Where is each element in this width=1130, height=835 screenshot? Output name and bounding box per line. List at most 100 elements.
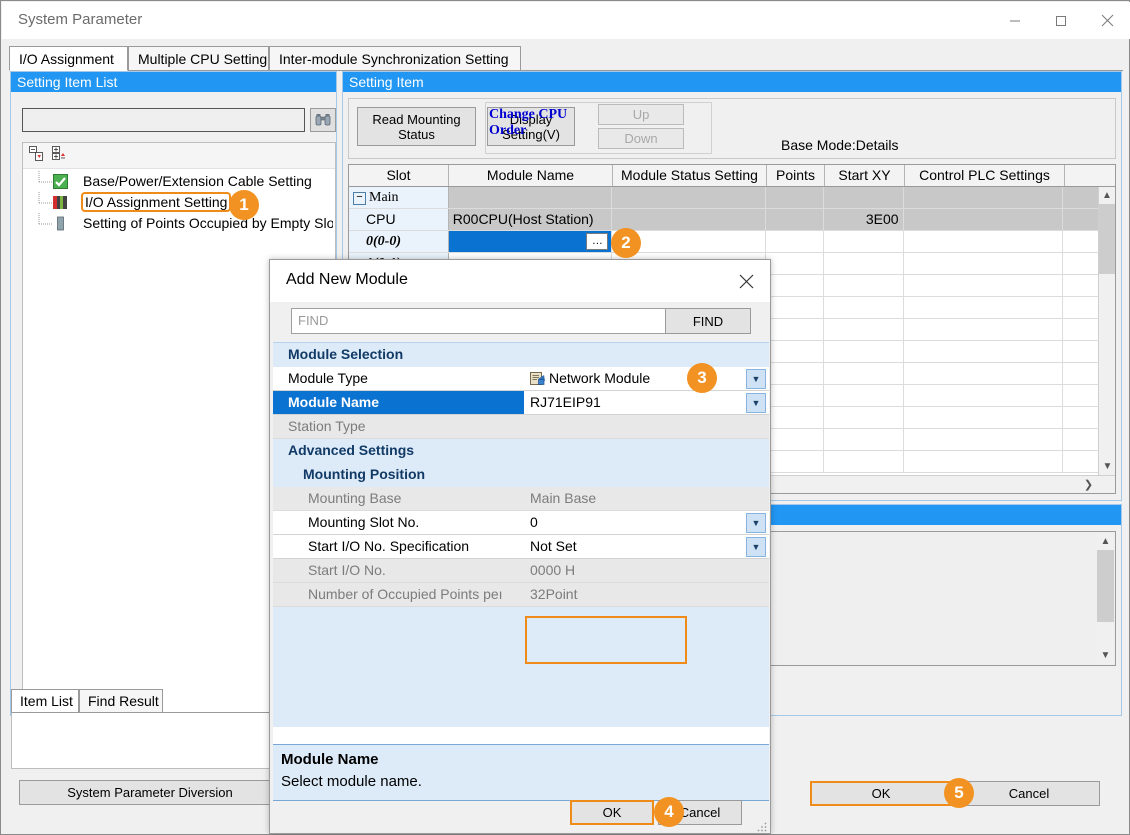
property-row-module-name[interactable]: Module Name RJ71EIP91 ▼ [273, 391, 769, 415]
grid-cell-status [612, 209, 766, 230]
tab-find-result[interactable]: Find Result [79, 689, 163, 713]
scroll-right-icon[interactable]: ❯ [1080, 476, 1097, 493]
column-header-control-plc-settings[interactable]: Control PLC Settings [905, 165, 1065, 186]
dialog-title-bar: Add New Module [270, 260, 770, 302]
dialog-description-panel: Module Name Select module name. [273, 744, 769, 801]
property-key: Number of Occupied Points peı [273, 583, 524, 607]
scroll-down-icon[interactable]: ▼ [1099, 458, 1116, 475]
column-header-slot[interactable]: Slot [349, 165, 449, 186]
setting-item-list-header: Setting Item List [11, 72, 336, 92]
property-row-start-io-no-specification[interactable]: Start I/O No. Specification Not Set ▼ [273, 535, 769, 559]
property-value-text: Not Set [530, 538, 577, 554]
move-up-button[interactable]: Up [598, 104, 684, 125]
property-row-start-io-no: Start I/O No. 0000 H [273, 559, 769, 583]
dialog-find-button[interactable]: FIND [665, 308, 751, 334]
info-vertical-scrollbar[interactable]: ▲ ▼ [1097, 533, 1114, 664]
window-controls [992, 2, 1130, 39]
property-key: Module Type [273, 367, 524, 391]
dialog-find-input[interactable]: FIND [291, 308, 673, 334]
tab-multiple-cpu-setting[interactable]: Multiple CPU Setting [128, 46, 269, 71]
property-value: 0000 H [524, 559, 769, 583]
property-key: Mounting Slot No. [273, 511, 524, 535]
grid-cell-control-plc [904, 231, 1064, 252]
property-row-number-of-occupied-points: Number of Occupied Points peı 32Point [273, 583, 769, 607]
property-value-text: Network Module [549, 370, 650, 386]
ok-button[interactable]: OK [810, 781, 952, 806]
tree-item-base-power-extension[interactable]: Base/Power/Extension Cable Setting [27, 171, 333, 192]
close-icon[interactable] [732, 268, 760, 294]
maximize-icon[interactable] [1038, 2, 1084, 39]
grid-cell-control-plc [904, 209, 1064, 230]
column-header-module-name[interactable]: Module Name [449, 165, 613, 186]
base-mode-label: Base Mode:Details [781, 137, 899, 153]
property-value[interactable]: Network Module ▼ [524, 367, 769, 391]
property-row-mounting-slot-no[interactable]: Mounting Slot No. 0 ▼ [273, 511, 769, 535]
table-row[interactable]: 0(0-0) … [349, 231, 1098, 253]
property-value[interactable]: RJ71EIP91 ▼ [524, 391, 769, 415]
move-down-button[interactable]: Down [598, 128, 684, 149]
browse-ellipsis-button[interactable]: … [586, 233, 608, 250]
system-parameter-diversion-button[interactable]: System Parameter Diversion [19, 780, 281, 805]
minimize-icon[interactable] [992, 2, 1038, 39]
chevron-down-icon[interactable]: ▼ [746, 537, 766, 557]
scroll-down-icon[interactable]: ▼ [1097, 647, 1114, 664]
grid-toolbar: Read Mounting Status Display Setting(V) … [348, 98, 1116, 159]
system-parameter-window: System Parameter I/O Assignment Multiple… [0, 0, 1130, 835]
property-row-mounting-base: Mounting Base Main Base [273, 487, 769, 511]
grid-cell-spacer [1063, 187, 1098, 208]
table-row[interactable]: CPU R00CPU(Host Station) 3E00 [349, 209, 1098, 231]
grid-cell-points [766, 231, 824, 252]
tree-toolbar [23, 143, 335, 169]
tree-item-label: Setting of Points Occupied by Empty Slo [83, 215, 333, 231]
search-input[interactable] [22, 108, 305, 132]
grid-cell-start-xy: 3E00 [824, 209, 904, 230]
collapse-all-icon[interactable] [29, 146, 45, 165]
dialog-title: Add New Module [286, 271, 408, 289]
category-label: Module Selection [273, 343, 769, 367]
category-label: Mounting Position [273, 463, 769, 487]
chevron-down-icon[interactable]: ▼ [746, 393, 766, 413]
chevron-down-icon[interactable]: ▼ [746, 369, 766, 389]
column-header-points[interactable]: Points [767, 165, 825, 186]
property-category-advanced-settings: Advanced Settings [273, 439, 769, 463]
grid-cell-slot: −Main [349, 187, 449, 208]
property-key: Start I/O No. [273, 559, 524, 583]
property-key: Module Name [273, 391, 524, 415]
module-property-list: Module Selection Module Type Network Mod… [273, 342, 769, 727]
tree-item-points-empty-slot[interactable]: Setting of Points Occupied by Empty Slo [27, 213, 333, 234]
table-row[interactable]: −Main [349, 187, 1098, 209]
dialog-ok-button[interactable]: OK [570, 800, 654, 825]
tab-io-assignment[interactable]: I/O Assignment [9, 46, 128, 71]
binoculars-icon[interactable] [310, 108, 336, 132]
grid-cell-spacer [1063, 231, 1098, 252]
property-value[interactable]: 0 ▼ [524, 511, 769, 535]
read-mounting-status-button[interactable]: Read Mounting Status [357, 107, 476, 146]
column-header-start-xy[interactable]: Start XY [825, 165, 905, 186]
column-header-spacer [1065, 165, 1100, 186]
column-header-module-status-setting[interactable]: Module Status Setting [613, 165, 767, 186]
tab-item-list[interactable]: Item List [11, 689, 79, 713]
scrollbar-thumb-vertical[interactable] [1097, 550, 1114, 622]
property-category-module-selection: Module Selection [273, 343, 769, 367]
tree-item-label: Base/Power/Extension Cable Setting [83, 173, 312, 189]
property-value[interactable]: Not Set ▼ [524, 535, 769, 559]
grid-cell-spacer [1063, 209, 1098, 230]
callout-1: 1 [229, 190, 259, 220]
grid-cell-module-name-editing[interactable]: … [449, 231, 613, 252]
property-value: Main Base [524, 487, 769, 511]
resize-grip-icon[interactable] [757, 820, 767, 830]
scroll-up-icon[interactable]: ▲ [1099, 187, 1115, 204]
close-icon[interactable] [1084, 2, 1130, 39]
grid-header-row: Slot Module Name Module Status Setting P… [349, 165, 1115, 187]
expand-all-icon[interactable] [52, 146, 68, 165]
tree-item-io-assignment-setting[interactable]: I/O Assignment Setting [27, 192, 333, 213]
grid-cell-points [766, 187, 824, 208]
callout-3: 3 [687, 363, 717, 393]
scroll-up-icon[interactable]: ▲ [1097, 533, 1114, 550]
tab-intermodule-sync-setting[interactable]: Inter-module Synchronization Setting [269, 46, 521, 71]
cancel-button[interactable]: Cancel [958, 781, 1100, 806]
chevron-down-icon[interactable]: ▼ [746, 513, 766, 533]
grid-vertical-scrollbar[interactable]: ▲ ▼ [1098, 187, 1115, 475]
grid-cell-module-name [449, 187, 613, 208]
scrollbar-thumb-vertical[interactable] [1099, 204, 1115, 274]
